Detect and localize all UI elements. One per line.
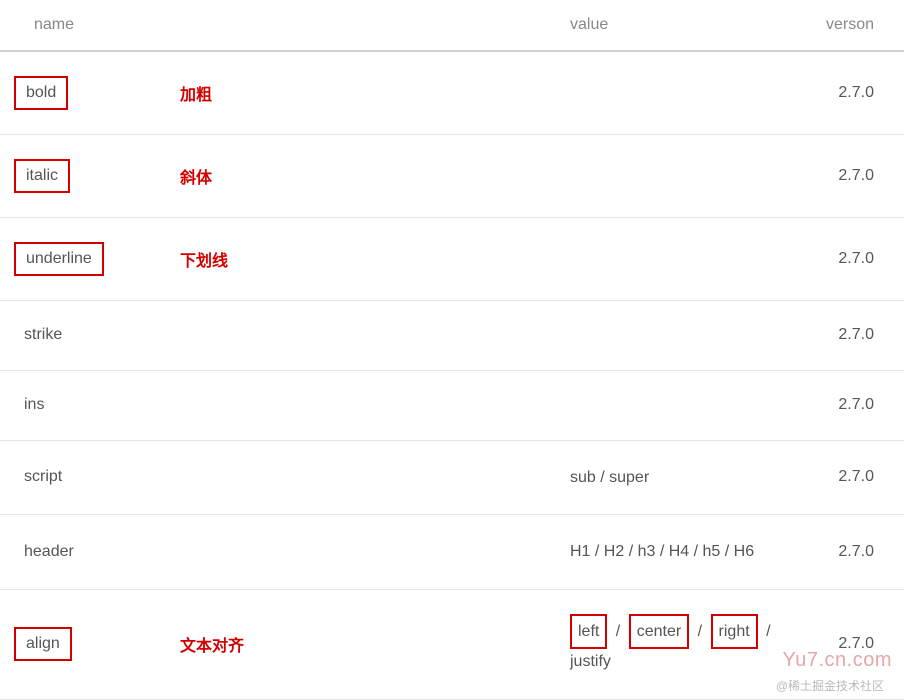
cell-version: 2.7.0 — [790, 84, 904, 102]
cell-name: bold — [0, 76, 160, 110]
table-row: align 文本对齐 left / center / right / justify… — [0, 590, 904, 700]
cell-version: 2.7.0 — [790, 250, 904, 268]
cell-name: ins — [0, 396, 160, 414]
cell-version: 2.7.0 — [790, 468, 904, 486]
table-row: strike 2.7.0 — [0, 301, 904, 371]
cell-annotation: 下划线 — [160, 247, 570, 271]
cell-annotation: 文本对齐 — [160, 632, 570, 656]
cell-name: underline — [0, 242, 160, 276]
cell-version: 2.7.0 — [790, 635, 904, 653]
table-row: italic 斜体 2.7.0 — [0, 135, 904, 218]
cell-name: script — [0, 468, 160, 486]
cell-name: align — [0, 627, 160, 661]
cell-version: 2.7.0 — [790, 543, 904, 561]
header-value: value — [570, 12, 790, 38]
header-version: verson — [790, 16, 904, 34]
table-row: bold 加粗 2.7.0 — [0, 52, 904, 135]
table-header-row: name value verson — [0, 0, 904, 52]
value-text: justify — [570, 653, 611, 670]
value-separator: / — [612, 623, 624, 640]
annotation-label: 加粗 — [160, 81, 212, 105]
cell-name: strike — [0, 326, 160, 344]
highlight-box: bold — [14, 76, 68, 110]
highlight-box: italic — [14, 159, 70, 193]
header-name: name — [0, 16, 160, 34]
table-body: bold 加粗 2.7.0 italic 斜体 2.7.0 underline 下划线 2.7.… — [0, 52, 904, 700]
annotation-label: 文本对齐 — [160, 632, 244, 656]
cell-value: H1 / H2 / h3 / H4 / h5 / H6 — [570, 539, 790, 565]
cell-annotation: 斜体 — [160, 164, 570, 188]
cell-version: 2.7.0 — [790, 326, 904, 344]
highlight-box: underline — [14, 242, 104, 276]
table-row: header H1 / H2 / h3 / H4 / h5 / H6 2.7.0 — [0, 515, 904, 590]
cell-name: italic — [0, 159, 160, 193]
cell-annotation: 加粗 — [160, 81, 570, 105]
attributes-table: name value verson bold 加粗 2.7.0 italic 斜体 2.7… — [0, 0, 904, 700]
value-text: sub / super — [570, 469, 649, 486]
annotation-label: 下划线 — [160, 247, 228, 271]
highlight-box: right — [711, 614, 758, 650]
highlight-box: align — [14, 627, 72, 661]
cell-version: 2.7.0 — [790, 167, 904, 185]
annotation-label: 斜体 — [160, 164, 212, 188]
highlight-box: left — [570, 614, 607, 650]
cell-value: left / center / right / justify — [570, 614, 790, 675]
table-row: ins 2.7.0 — [0, 371, 904, 441]
value-separator: / — [694, 623, 706, 640]
highlight-box: center — [629, 614, 689, 650]
cell-name: header — [0, 543, 160, 561]
value-text: H1 / H2 / h3 / H4 / h5 / H6 — [570, 543, 754, 560]
value-separator: / — [762, 623, 774, 640]
table-row: script sub / super 2.7.0 — [0, 441, 904, 516]
cell-version: 2.7.0 — [790, 396, 904, 414]
table-row: underline 下划线 2.7.0 — [0, 218, 904, 301]
cell-value: sub / super — [570, 465, 790, 491]
